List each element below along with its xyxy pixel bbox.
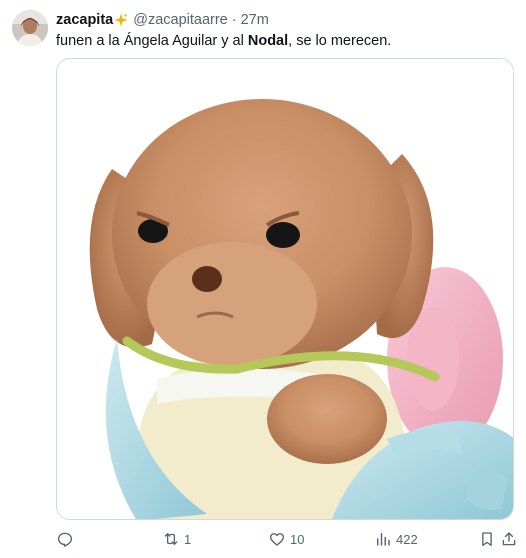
share-icon bbox=[502, 532, 516, 546]
bookmark-button[interactable] bbox=[478, 528, 496, 550]
like-button[interactable]: 10 bbox=[268, 528, 304, 550]
tweet-text-bold: Nodal bbox=[247, 33, 289, 49]
reply-button[interactable] bbox=[56, 528, 78, 550]
timestamp[interactable]: 27m bbox=[241, 12, 269, 28]
reply-icon bbox=[57, 532, 73, 547]
retweet-icon bbox=[164, 533, 178, 545]
tweet-text: funen a la Ángela Aguilar y al Nodal, se… bbox=[56, 32, 391, 50]
heart-icon bbox=[269, 533, 285, 546]
handle[interactable]: @zacapitaarre bbox=[133, 12, 228, 28]
retweet-count: 1 bbox=[184, 531, 192, 547]
like-count: 10 bbox=[290, 531, 305, 547]
views-icon bbox=[377, 533, 390, 546]
views-count: 422 bbox=[396, 531, 418, 547]
separator-dot: · bbox=[231, 12, 237, 28]
tweet-text-part: , se lo merecen. bbox=[288, 33, 392, 49]
display-name[interactable]: zacapita bbox=[56, 12, 113, 28]
tweet-header: zacapita @zacapitaarre · 27m bbox=[56, 11, 269, 29]
share-button[interactable] bbox=[500, 528, 518, 550]
bookmark-icon bbox=[482, 532, 492, 547]
retweet-button[interactable]: 1 bbox=[162, 528, 191, 550]
tweet-media-image[interactable] bbox=[56, 58, 514, 520]
tweet-text-part: funen a la Ángela Aguilar y al bbox=[56, 33, 248, 49]
views-button[interactable]: 422 bbox=[374, 528, 418, 550]
tweet-actions: 1 10 422 bbox=[56, 528, 516, 550]
tweet[interactable]: zacapita @zacapitaarre · 27m funen a la … bbox=[0, 0, 526, 558]
plush-puppy-image bbox=[57, 59, 513, 519]
sparkle-icon bbox=[114, 13, 128, 27]
avatar[interactable] bbox=[12, 10, 48, 46]
